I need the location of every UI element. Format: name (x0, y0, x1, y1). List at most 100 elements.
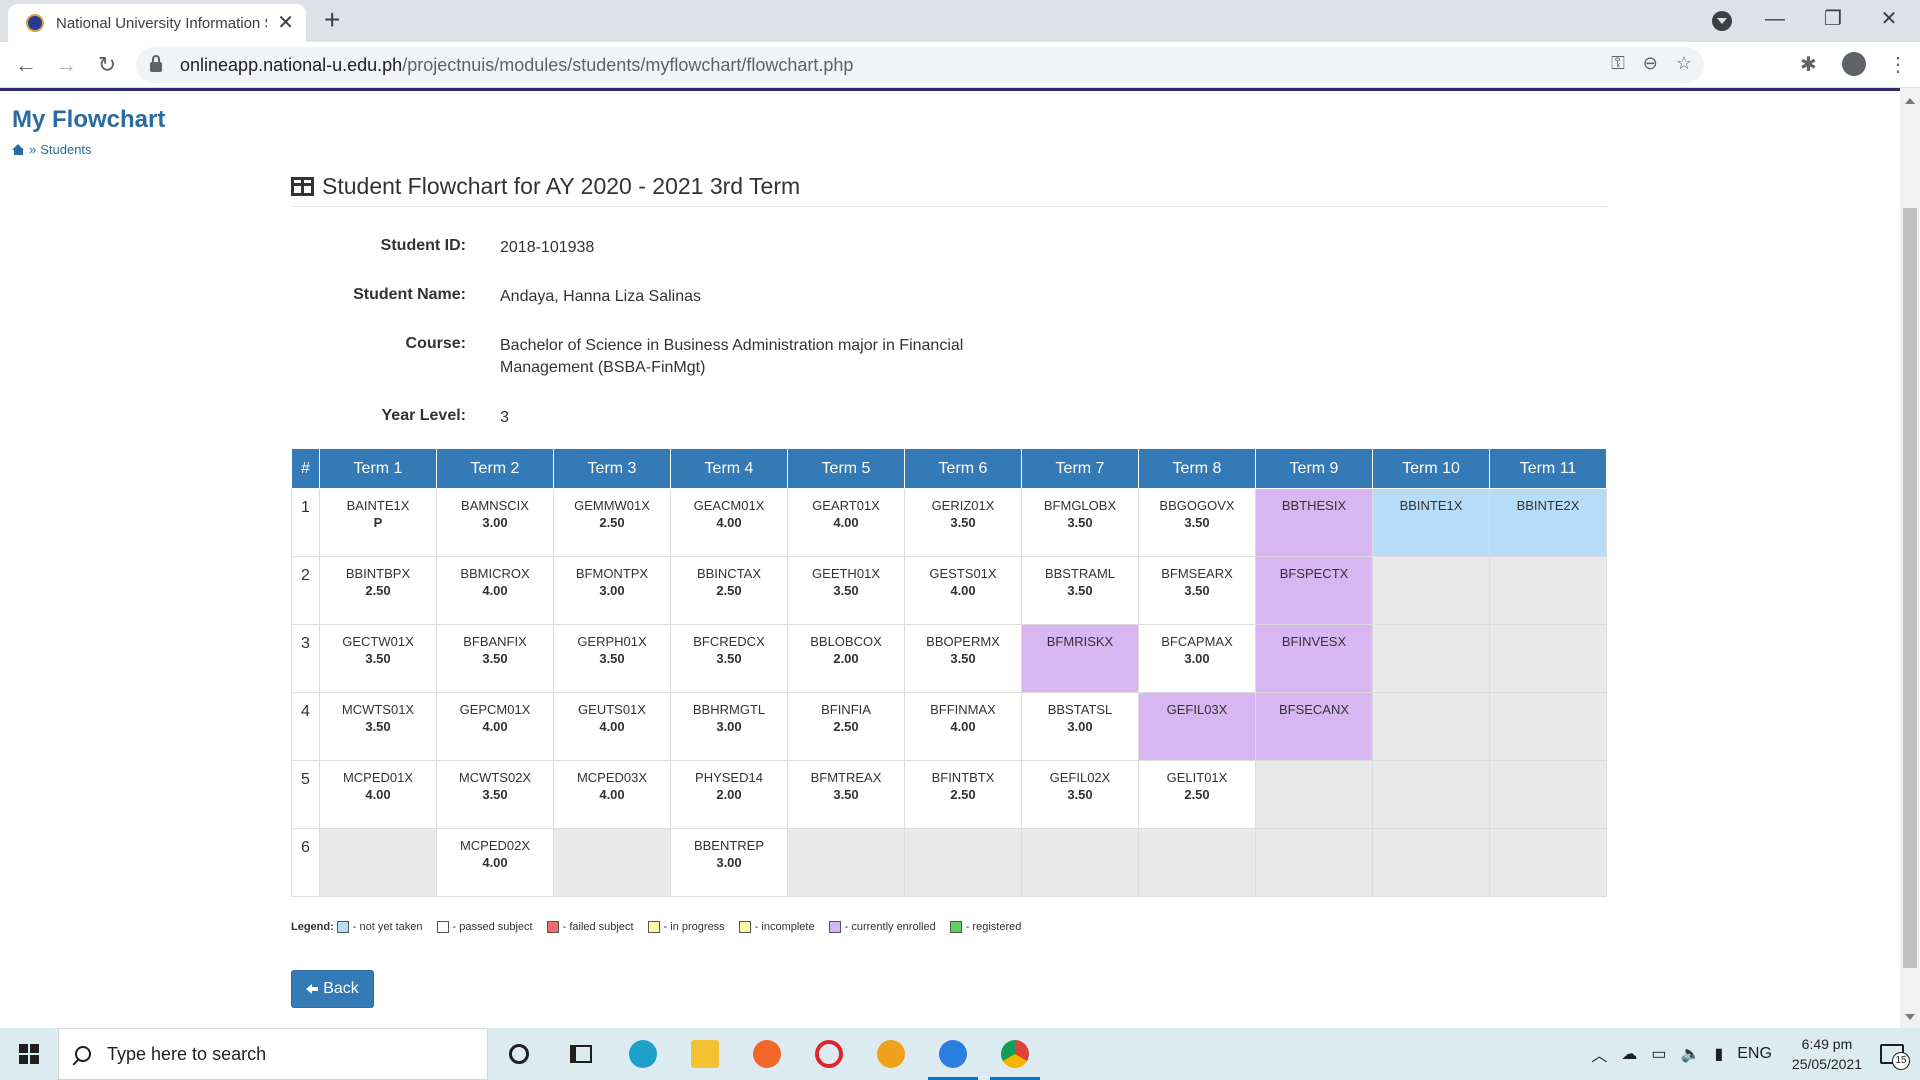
subject-cell[interactable]: BFCAPMAX 3.00 (1138, 624, 1256, 693)
close-window-icon[interactable]: ✕ (1866, 4, 1912, 34)
subject-code: BFMRISKX (1046, 634, 1114, 649)
subject-cell[interactable]: GEART01X 4.00 (787, 488, 905, 557)
subject-cell[interactable]: BFINFIA 2.50 (787, 692, 905, 761)
subject-cell[interactable]: GEFIL02X 3.50 (1021, 760, 1139, 829)
network-icon[interactable]: ▭ (1651, 1044, 1666, 1064)
address-bar[interactable]: onlineapp.national-u.edu.ph/projectnuis/… (136, 47, 1704, 83)
start-button[interactable] (0, 1028, 58, 1080)
scroll-down-arrow-icon[interactable] (1905, 1014, 1915, 1020)
volume-icon[interactable]: 🔈 (1681, 1044, 1701, 1064)
language-indicator[interactable]: ENG (1737, 1045, 1772, 1063)
breadcrumb-students-link[interactable]: Students (40, 142, 91, 157)
subject-cell[interactable]: MCPED02X 4.00 (436, 828, 554, 897)
subject-cell[interactable]: BFMGLOBX 3.50 (1021, 488, 1139, 557)
subject-cell[interactable]: BBSTRAML 3.50 (1021, 556, 1139, 625)
subject-cell[interactable]: GERPH01X 3.50 (553, 624, 671, 693)
subject-cell[interactable]: BFINVESX (1255, 624, 1373, 693)
subject-cell[interactable]: GESTS01X 4.00 (904, 556, 1022, 625)
task-view-button[interactable] (550, 1028, 612, 1080)
minimize-icon[interactable]: — (1752, 4, 1798, 34)
taskbar-bing[interactable] (922, 1028, 984, 1080)
subject-cell[interactable]: BBLOBCOX 2.00 (787, 624, 905, 693)
restore-icon[interactable]: ❐ (1810, 4, 1856, 34)
subject-grade: 3.00 (1184, 651, 1210, 666)
notification-icon[interactable]: 15 (1880, 1044, 1910, 1070)
subject-cell[interactable]: GERIZ01X 3.50 (904, 488, 1022, 557)
subject-cell[interactable]: MCPED03X 4.00 (553, 760, 671, 829)
subject-cell[interactable]: BBINTE1X (1372, 488, 1490, 557)
subject-cell[interactable]: BBHRMGTL 3.00 (670, 692, 788, 761)
bookmark-star-icon[interactable]: ☆ (1676, 53, 1692, 74)
reload-icon[interactable]: ↻ (93, 51, 121, 79)
taskbar-opera[interactable] (798, 1028, 860, 1080)
key-icon[interactable]: ⚿ (1611, 53, 1625, 74)
menu-dots-icon[interactable]: ⋮ (1888, 52, 1908, 77)
table-row: 1 BAINTE1X P BAMNSCIX 3.00 GEMMW01X 2.50 GEACM0… (291, 488, 1607, 557)
url-path: /projectnuis/modules/students/myflowchar… (402, 54, 854, 75)
subject-cell[interactable]: BFMRISKX (1021, 624, 1139, 693)
subject-cell[interactable]: BBINTBPX 2.50 (319, 556, 437, 625)
subject-cell[interactable]: BBMICROX 4.00 (436, 556, 554, 625)
subject-cell[interactable]: MCWTS01X 3.50 (319, 692, 437, 761)
page-scrollbar[interactable] (1900, 88, 1920, 1028)
subject-cell[interactable]: GEETH01X 3.50 (787, 556, 905, 625)
subject-cell[interactable]: PHYSED14 2.00 (670, 760, 788, 829)
lock-icon[interactable] (150, 55, 162, 72)
chevron-up-icon[interactable]: ︿ (1591, 1042, 1607, 1066)
subject-cell[interactable]: BBGOGOVX 3.50 (1138, 488, 1256, 557)
subject-cell[interactable]: BBINTE2X (1489, 488, 1607, 557)
subject-cell[interactable]: BFMONTPX 3.00 (553, 556, 671, 625)
profile-avatar[interactable] (1842, 52, 1866, 76)
tab-search-icon[interactable] (1712, 11, 1732, 31)
taskbar-edge[interactable] (612, 1028, 674, 1080)
scroll-thumb[interactable] (1903, 208, 1917, 968)
subject-cell[interactable]: BBINCTAX 2.50 (670, 556, 788, 625)
taskbar-chrome[interactable] (984, 1028, 1046, 1080)
taskbar-brave[interactable] (860, 1028, 922, 1080)
home-icon[interactable] (12, 144, 25, 155)
subject-code: BBSTRAML (1044, 566, 1116, 581)
zoom-icon[interactable]: ⊖ (1643, 53, 1658, 74)
subject-cell[interactable]: GEACM01X 4.00 (670, 488, 788, 557)
subject-cell[interactable]: BBSTATSL 3.00 (1021, 692, 1139, 761)
empty-cell (1489, 828, 1607, 897)
subject-cell[interactable]: BBTHESIX (1255, 488, 1373, 557)
subject-cell[interactable]: BFMSEARX 3.50 (1138, 556, 1256, 625)
scroll-up-arrow-icon[interactable] (1905, 98, 1915, 104)
extensions-icon[interactable]: ✱ (1800, 52, 1817, 77)
subject-cell[interactable]: BAINTE1X P (319, 488, 437, 557)
back-arrow-icon[interactable]: ← (12, 51, 40, 79)
subject-cell[interactable]: GEUTS01X 4.00 (553, 692, 671, 761)
taskbar-explorer[interactable] (674, 1028, 736, 1080)
close-tab-icon[interactable]: ✕ (277, 13, 294, 33)
brave-icon (877, 1040, 905, 1068)
subject-cell[interactable]: MCPED01X 4.00 (319, 760, 437, 829)
taskbar-search-box[interactable]: Type here to search (58, 1028, 488, 1080)
taskbar-firefox[interactable] (736, 1028, 798, 1080)
clock[interactable]: 6:49 pm 25/05/2021 (1792, 1034, 1862, 1074)
subject-cell[interactable]: GEFIL03X (1138, 692, 1256, 761)
onedrive-icon[interactable]: ☁ (1621, 1044, 1637, 1064)
subject-cell[interactable]: BFSPECTX (1255, 556, 1373, 625)
subject-cell[interactable]: BBENTREP 3.00 (670, 828, 788, 897)
subject-cell[interactable]: GEPCM01X 4.00 (436, 692, 554, 761)
subject-cell[interactable]: BFSECANX (1255, 692, 1373, 761)
subject-cell[interactable]: MCWTS02X 3.50 (436, 760, 554, 829)
browser-tab[interactable]: National University Information S ✕ (8, 4, 306, 42)
new-tab-icon[interactable]: + (324, 6, 340, 34)
empty-cell (787, 828, 905, 897)
subject-cell[interactable]: BAMNSCIX 3.00 (436, 488, 554, 557)
subject-cell[interactable]: GEMMW01X 2.50 (553, 488, 671, 557)
subject-cell[interactable]: GECTW01X 3.50 (319, 624, 437, 693)
subject-cell[interactable]: BFBANFIX 3.50 (436, 624, 554, 693)
subject-cell[interactable]: BFFINMAX 4.00 (904, 692, 1022, 761)
battery-icon[interactable]: ▮ (1714, 1044, 1723, 1064)
subject-cell[interactable]: BFCREDCX 3.50 (670, 624, 788, 693)
subject-cell[interactable]: BBOPERMX 3.50 (904, 624, 1022, 693)
back-button[interactable]: Back (291, 970, 374, 1008)
subject-cell[interactable]: GELIT01X 2.50 (1138, 760, 1256, 829)
forward-arrow-icon[interactable]: → (52, 51, 80, 79)
subject-cell[interactable]: BFMTREAX 3.50 (787, 760, 905, 829)
cortana-button[interactable] (488, 1028, 550, 1080)
subject-cell[interactable]: BFINTBTX 2.50 (904, 760, 1022, 829)
